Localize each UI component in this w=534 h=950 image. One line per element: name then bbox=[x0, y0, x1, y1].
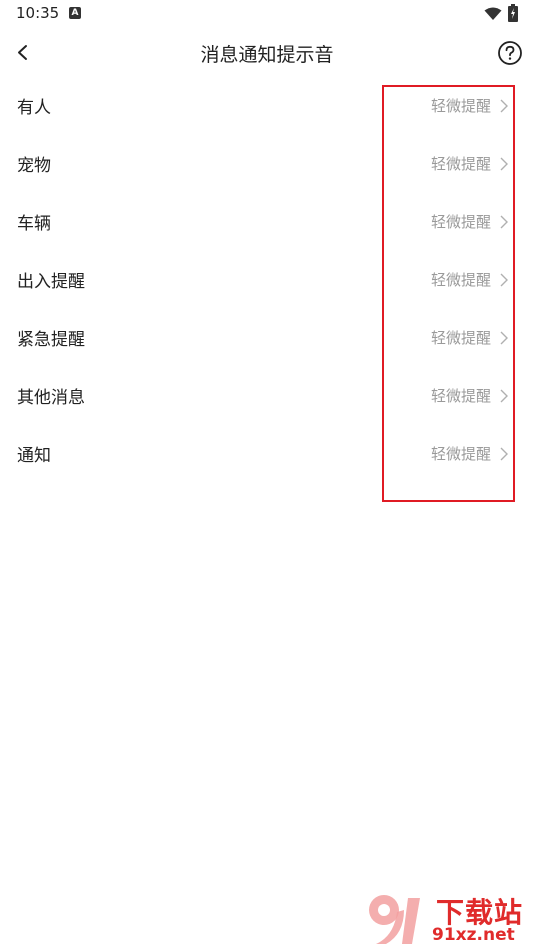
row-value: 轻微提醒 bbox=[430, 329, 491, 347]
row-value: 轻微提醒 bbox=[430, 387, 491, 405]
row-label: 通知 bbox=[17, 446, 51, 466]
page-title: 消息通知提示音 bbox=[200, 44, 334, 66]
chevron-right-icon bbox=[500, 388, 508, 407]
chevron-right-icon bbox=[500, 446, 508, 465]
row-value: 轻微提醒 bbox=[430, 271, 491, 289]
site-watermark: 下载站 91xz.net bbox=[362, 890, 534, 950]
chevron-right-icon bbox=[500, 330, 508, 349]
chevron-right-icon bbox=[500, 214, 508, 233]
row-value: 轻微提醒 bbox=[430, 97, 491, 115]
row-label: 其他消息 bbox=[17, 388, 85, 408]
notification-sound-list: 有人 轻微提醒 宠物 轻微提醒 车辆 轻微提醒 出入提醒 轻微提醒 紧急提醒 轻… bbox=[0, 76, 534, 482]
row-label: 车辆 bbox=[17, 214, 51, 234]
battery-charging-icon bbox=[508, 4, 518, 26]
list-item-pet[interactable]: 宠物 轻微提醒 bbox=[0, 134, 534, 192]
help-icon bbox=[498, 41, 522, 65]
chevron-right-icon bbox=[500, 272, 508, 291]
watermark-url: 91xz.net bbox=[432, 925, 515, 945]
status-bar: 10:35 A bbox=[0, 0, 534, 28]
wifi-icon bbox=[484, 6, 502, 25]
status-time: 10:35 bbox=[16, 4, 60, 22]
list-item-notification[interactable]: 通知 轻微提醒 bbox=[0, 424, 534, 482]
row-value: 轻微提醒 bbox=[430, 213, 491, 231]
row-value: 轻微提醒 bbox=[430, 445, 491, 463]
watermark-logo-icon bbox=[369, 895, 420, 944]
list-item-person[interactable]: 有人 轻微提醒 bbox=[0, 76, 534, 134]
row-label: 有人 bbox=[17, 98, 51, 118]
help-button[interactable] bbox=[497, 40, 523, 66]
list-item-other-messages[interactable]: 其他消息 轻微提醒 bbox=[0, 366, 534, 424]
row-value: 轻微提醒 bbox=[430, 155, 491, 173]
row-label: 宠物 bbox=[17, 156, 51, 176]
row-label: 出入提醒 bbox=[17, 272, 85, 292]
notification-app-icon: A bbox=[69, 7, 81, 19]
list-item-entry-exit[interactable]: 出入提醒 轻微提醒 bbox=[0, 250, 534, 308]
chevron-right-icon bbox=[500, 98, 508, 117]
list-item-emergency[interactable]: 紧急提醒 轻微提醒 bbox=[0, 308, 534, 366]
row-label: 紧急提醒 bbox=[17, 330, 85, 350]
chevron-right-icon bbox=[500, 156, 508, 175]
list-item-vehicle[interactable]: 车辆 轻微提醒 bbox=[0, 192, 534, 250]
header: 消息通知提示音 bbox=[0, 32, 534, 72]
